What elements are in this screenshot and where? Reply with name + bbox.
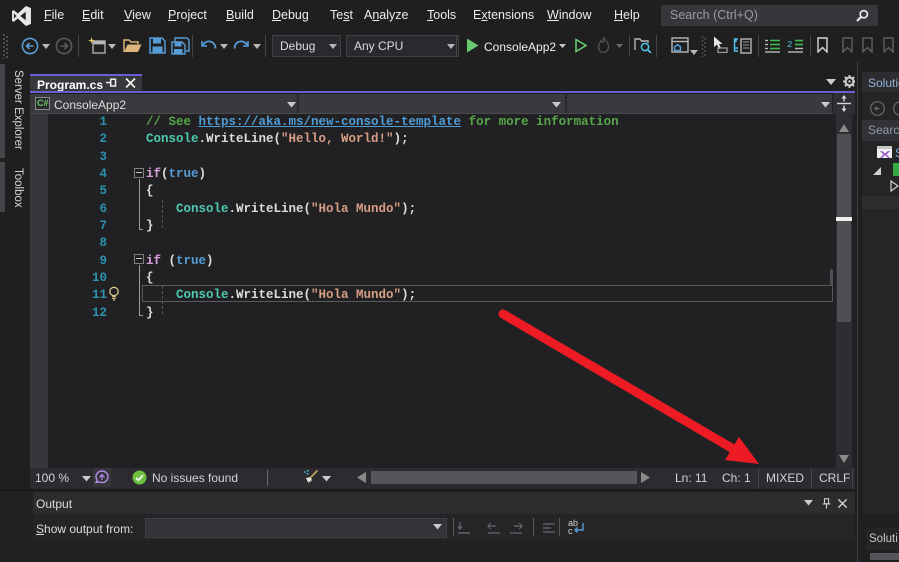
svg-text:2: 2 [787,40,792,50]
svg-text:c: c [568,526,573,535]
